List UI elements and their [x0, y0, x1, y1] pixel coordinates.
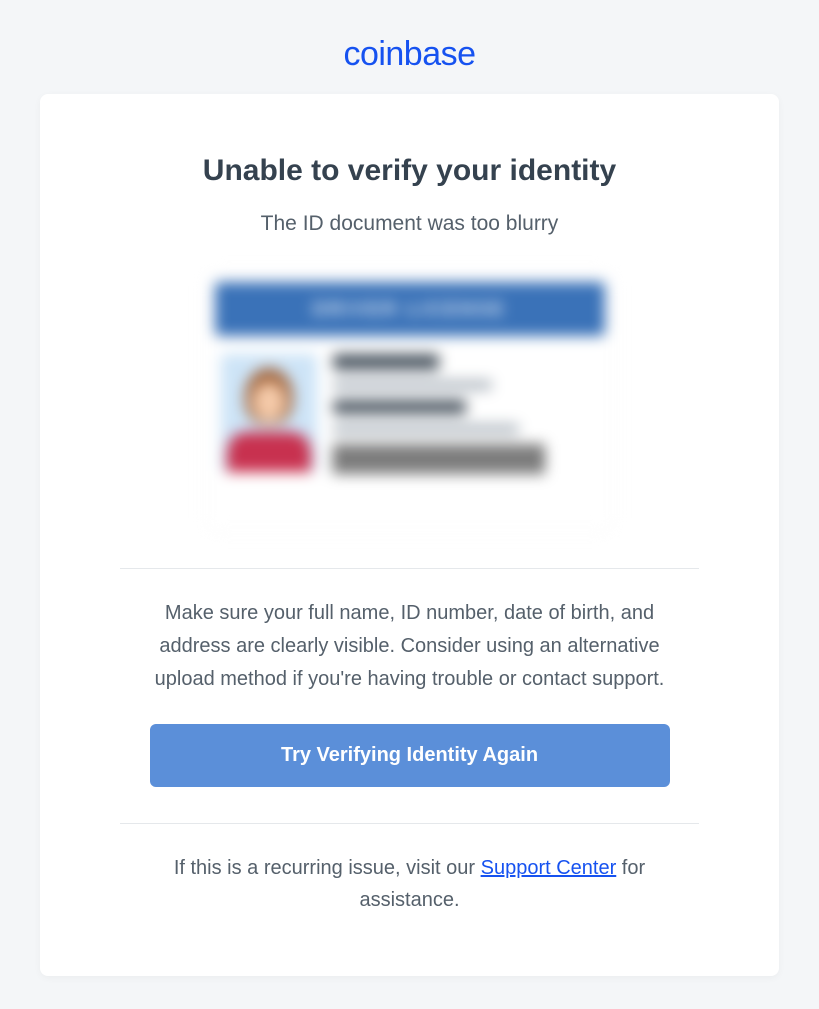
id-card-photo — [221, 354, 317, 472]
try-again-button[interactable]: Try Verifying Identity Again — [150, 724, 670, 787]
footer-prefix: If this is a recurring issue, visit our — [174, 857, 481, 879]
divider — [120, 823, 699, 824]
blurry-id-illustration: DRIVER LICENSE — [205, 272, 615, 532]
id-card-header: DRIVER LICENSE — [215, 282, 605, 336]
subtitle: The ID document was too blurry — [120, 212, 699, 236]
divider — [120, 568, 699, 569]
id-card-info — [333, 354, 599, 474]
page-title: Unable to verify your identity — [120, 154, 699, 188]
support-text: If this is a recurring issue, visit our … — [120, 852, 699, 916]
main-card: Unable to verify your identity The ID do… — [40, 94, 779, 976]
id-card-body — [205, 346, 615, 482]
brand-logo: coinbase — [343, 35, 475, 73]
instructions-text: Make sure your full name, ID number, dat… — [120, 597, 699, 696]
logo-container: coinbase — [40, 35, 779, 74]
id-card-barcode — [333, 444, 546, 474]
support-center-link[interactable]: Support Center — [481, 857, 617, 879]
